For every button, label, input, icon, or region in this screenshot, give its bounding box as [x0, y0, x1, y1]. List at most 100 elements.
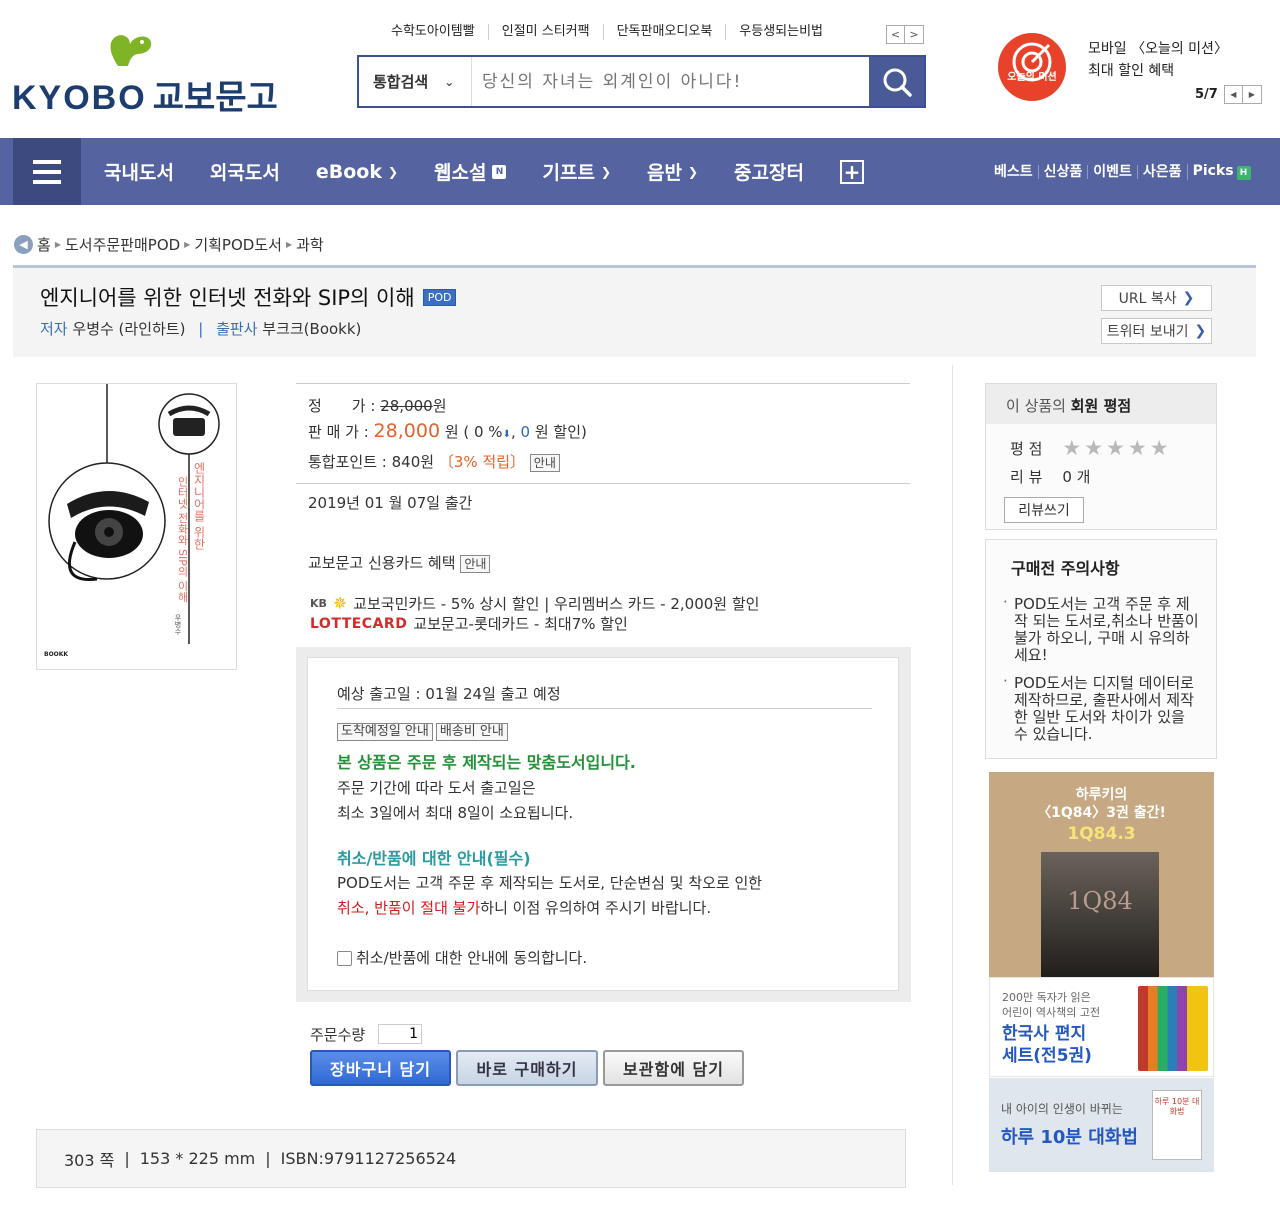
- purchase-warning-box: 구매전 주의사항 POD도서는 고객 주문 후 제작 되는 도서로,취소나 반품…: [985, 539, 1217, 759]
- ad-book-set-image: [1138, 986, 1208, 1071]
- ad-title: 한국사 편지 세트(전5권): [1002, 1024, 1092, 1066]
- hamburger-menu-icon[interactable]: [13, 138, 81, 205]
- nav-link-gift[interactable]: 사은품: [1136, 164, 1187, 179]
- add-to-wishlist-button[interactable]: 보관함에 담기: [603, 1050, 744, 1086]
- cover-brand: BOOKK: [44, 651, 69, 658]
- warning-item: POD도서는 고객 주문 후 제작 되는 도서로,취소나 반품이 불가 하오니,…: [1001, 594, 1201, 664]
- search-button[interactable]: [869, 57, 924, 106]
- breadcrumb-item[interactable]: 기획POD도서: [194, 234, 282, 255]
- ad-book-image: 1Q84: [1041, 852, 1159, 977]
- chevron-left-icon[interactable]: <: [886, 25, 905, 44]
- card-benefit-title: 교보문고 신용카드 혜택 안내: [308, 552, 491, 573]
- shipping-fee-button[interactable]: 배송비 안내: [435, 723, 508, 741]
- divider: [337, 708, 872, 709]
- ad-banner-conversation[interactable]: 내 아이의 인생이 바뀌는 하루 10분 대화법 하루 10분 대화법: [989, 1078, 1214, 1172]
- quicklink-item[interactable]: 인절미 스티커팩: [487, 24, 603, 40]
- points-info-button[interactable]: 안내: [529, 454, 560, 472]
- nav-item-used-market[interactable]: 중고장터: [734, 158, 804, 185]
- mission-badge-label: 오늘의 미션: [1007, 72, 1057, 83]
- ad-book-image: 하루 10분 대화법: [1152, 1090, 1202, 1160]
- mission-badge[interactable]: 오늘의 미션: [997, 32, 1067, 102]
- search-input[interactable]: [471, 57, 869, 106]
- down-arrow-icon: ⬇: [502, 429, 511, 440]
- write-review-button[interactable]: 리뷰쓰기: [1004, 497, 1084, 523]
- publisher-link[interactable]: 부크크(Bookk): [262, 320, 361, 338]
- kyobo-logo[interactable]: KYOBO 교보문고: [12, 30, 278, 117]
- ad-title: 하루키의 〈1Q84〉3권 출간!: [1037, 787, 1166, 821]
- nav-link-event[interactable]: 이벤트: [1087, 164, 1137, 179]
- cancel-policy-line: POD도서는 고객 주문 후 제작되는 도서로, 단순변심 및 착오로 인한: [337, 874, 763, 892]
- nav-link-new[interactable]: 신상품: [1037, 164, 1088, 179]
- cancel-agree-row[interactable]: 취소/반품에 대한 안내에 동의합니다.: [337, 947, 587, 968]
- warning-title: 구매전 주의사항: [1011, 559, 1120, 578]
- isbn: ISBN:9791127256524: [280, 1149, 457, 1168]
- author-link[interactable]: 우병수 (라인하트): [72, 320, 185, 338]
- nav-item-webnovel[interactable]: 웹소설 N: [434, 158, 507, 185]
- nav-item-foreign-books[interactable]: 외국도서: [210, 158, 280, 185]
- chevron-down-icon: ❯: [387, 164, 399, 179]
- nav-item-gift[interactable]: 기프트 ❯: [542, 158, 611, 185]
- breadcrumb-home[interactable]: 홈: [37, 234, 51, 255]
- nav-item-ebook[interactable]: eBook ❯: [316, 161, 398, 183]
- home-icon[interactable]: ◀: [14, 235, 33, 254]
- twitter-share-button[interactable]: 트위터 보내기 ❯: [1101, 318, 1212, 344]
- list-price: 28,000: [380, 397, 433, 415]
- url-copy-button[interactable]: URL 복사 ❯: [1101, 285, 1212, 311]
- ad-banner-korean-history[interactable]: 200만 독자가 읽은 어린이 역사책의 고전 한국사 편지 세트(전5권): [989, 977, 1214, 1077]
- promo-page-indicator: 5/7: [1195, 87, 1218, 102]
- search-category-select[interactable]: 통합검색 ⌄: [359, 57, 471, 106]
- nav-item-domestic-books[interactable]: 국내도서: [104, 158, 174, 185]
- logo-text: KYOBO 교보문고: [12, 79, 278, 117]
- breadcrumb-item[interactable]: 도서주문판매POD: [65, 234, 180, 255]
- nav-link-picks[interactable]: Picks H: [1186, 163, 1256, 180]
- ad-banner-1q84[interactable]: 하루키의 〈1Q84〉3권 출간! 1Q84.3 1Q84: [989, 772, 1214, 977]
- star-icon: ★: [1106, 436, 1125, 460]
- book-specs: 303 쪽 | 153 * 225 mm | ISBN:9791127256524: [36, 1129, 906, 1188]
- nav-item-music[interactable]: 음반 ❯: [647, 158, 698, 185]
- rating-score-row: 평 점 ★ ★ ★ ★ ★: [1010, 436, 1169, 460]
- arrival-info-button[interactable]: 도착예정일 안내: [337, 723, 433, 741]
- nav-link-best[interactable]: 베스트: [994, 165, 1038, 179]
- cancel-policy-line: 취소, 반품이 절대 불가하니 이점 유의하여 주시기 바랍니다.: [337, 899, 712, 917]
- breadcrumb-separator-icon: ▶: [184, 240, 191, 249]
- plus-icon[interactable]: +: [839, 159, 864, 184]
- book-cover[interactable]: 엔지니어를 위한 인터넷 전화와 SIP의 이해 우병수 BOOKK: [36, 383, 237, 670]
- star-icon: ★: [1062, 436, 1082, 460]
- star-icon: ★: [1149, 436, 1169, 460]
- logo-bird-icon: [110, 35, 152, 66]
- sale-price-row: 판 매 가 : 28,000 원 ( 0 %⬇, 0 원 할인): [308, 420, 587, 442]
- author-line: 저자 우병수 (라인하트) | 출판사 부크크(Bookk): [40, 320, 362, 338]
- chevron-right-icon: ❯: [1194, 323, 1207, 339]
- chevron-right-icon[interactable]: >: [905, 25, 924, 44]
- quantity-input[interactable]: [378, 1024, 422, 1044]
- quicklink-item[interactable]: 단독판매오디오북: [602, 24, 726, 40]
- breadcrumb-separator-icon: ▶: [285, 240, 293, 249]
- triangle-left-icon[interactable]: ◀: [1223, 85, 1243, 104]
- cover-author: 우병수: [174, 614, 182, 635]
- new-badge: N: [492, 164, 507, 179]
- nav-right-links: 베스트 신상품 이벤트 사은품 Picks H: [994, 138, 1256, 205]
- book-cover-image: [37, 384, 236, 669]
- add-to-cart-button[interactable]: 장바구니 담기: [310, 1050, 451, 1086]
- breadcrumb-item[interactable]: 과학: [296, 234, 324, 255]
- divider: [952, 365, 953, 1185]
- member-rating-box: 이 상품의 회원 평점 평 점 ★ ★ ★ ★ ★ 리 뷰 0 개 리뷰쓰기: [985, 383, 1217, 530]
- breadcrumb: ◀ 홈 ▶ 도서주문판매POD ▶ 기획POD도서 ▶ 과학: [14, 234, 324, 255]
- star-icon: ★: [1084, 436, 1104, 460]
- cancel-policy-title: 취소/반품에 대한 안내(필수): [337, 849, 531, 868]
- buy-now-button[interactable]: 바로 구매하기: [456, 1050, 598, 1086]
- chevron-right-icon: ❯: [1182, 290, 1195, 306]
- agree-checkbox[interactable]: [337, 951, 352, 966]
- warning-item: POD도서는 디지털 데이터로 제작하므로, 출판사에서 제작한 일반 도서와 …: [1001, 673, 1201, 743]
- quicklink-item[interactable]: 수학도아이템빨: [378, 24, 488, 40]
- lotte-card-logo: LOTTECARD: [310, 615, 408, 632]
- breadcrumb-separator-icon: ▶: [54, 240, 61, 249]
- lotte-card-benefit: LOTTECARD 교보문고-롯데카드 - 최대7% 할인: [310, 615, 628, 633]
- quicklink-item[interactable]: 우등생되는비법: [725, 24, 836, 40]
- card-info-button[interactable]: 안내: [460, 555, 491, 573]
- promo-text[interactable]: 모바일 〈오늘의 미션〉 최대 할인 혜택: [1088, 38, 1228, 82]
- triangle-right-icon[interactable]: ▶: [1242, 85, 1262, 104]
- review-count-row: 리 뷰 0 개: [1010, 468, 1091, 486]
- ad-subtitle: 1Q84.3: [1067, 824, 1136, 844]
- rating-stars: ★ ★ ★ ★ ★: [1062, 438, 1168, 459]
